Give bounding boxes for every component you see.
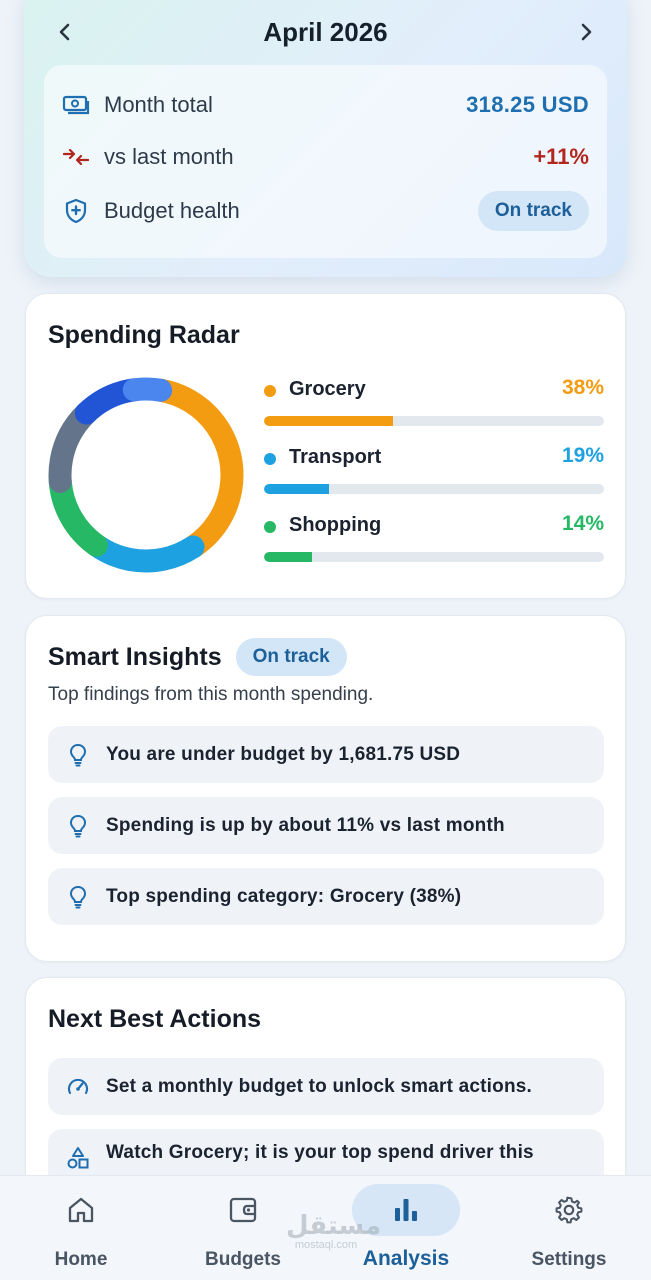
- lightbulb-icon: [66, 885, 90, 909]
- vs-last-month-label: vs last month: [104, 144, 234, 169]
- cash-icon: [62, 91, 90, 119]
- shield-plus-icon: [62, 197, 90, 225]
- gear-icon: [553, 1194, 585, 1226]
- budget-health-label: Budget health: [104, 198, 240, 223]
- nav-label-analysis: Analysis: [362, 1247, 450, 1270]
- budget-health-row: Budget health On track: [62, 183, 589, 239]
- legend-category-percent: 14%: [561, 512, 604, 535]
- insight-item: Spending is up by about 11% vs last mont…: [48, 797, 604, 854]
- month-selector: April 2026: [24, 10, 627, 54]
- wallet-icon: [227, 1194, 259, 1226]
- legend-progress-track: [264, 416, 604, 426]
- shapes-icon: [66, 1146, 90, 1170]
- insight-text: You are under budget by 1,681.75 USD: [106, 743, 461, 765]
- action-text: Watch Grocery; it is your top spend driv…: [106, 1142, 534, 1163]
- speedometer-icon: [66, 1075, 90, 1099]
- legend-progress-track: [264, 484, 604, 494]
- summary-stats: Month total 318.25 USD vs last month +11…: [44, 65, 607, 258]
- month-title: April 2026: [263, 16, 388, 47]
- action-text: Set a monthly budget to unlock smart act…: [106, 1075, 532, 1097]
- legend-category-name: Shopping: [289, 514, 382, 536]
- legend-item: Transport 19%: [264, 442, 604, 510]
- compare-arrows-icon: [62, 143, 90, 171]
- analysis-screen: April 2026 Month total 318.25 USD vs las…: [0, 0, 651, 1280]
- category-legend: Grocery 38% Transport 19% Shopping 14%: [264, 374, 604, 578]
- legend-progress-fill: [264, 552, 312, 562]
- month-total-row: Month total 318.25 USD: [62, 79, 589, 131]
- month-summary-card: April 2026 Month total 318.25 USD vs las…: [24, 0, 627, 277]
- month-total-value: 318.25 USD: [466, 92, 589, 117]
- nav-label-home: Home: [54, 1249, 108, 1270]
- nav-item-home[interactable]: Home: [0, 1176, 162, 1280]
- nav-item-settings[interactable]: Settings: [488, 1176, 650, 1280]
- insight-item: You are under budget by 1,681.75 USD: [48, 726, 604, 783]
- insights-subtitle: Top findings from this month spending.: [48, 684, 374, 705]
- nav-label-budgets: Budgets: [205, 1249, 281, 1270]
- legend-category-name: Transport: [289, 446, 382, 468]
- budget-health-badge: On track: [477, 191, 589, 231]
- chevron-left-icon[interactable]: [52, 19, 78, 45]
- chevron-right-icon[interactable]: [573, 19, 599, 45]
- home-icon: [65, 1194, 97, 1226]
- smart-insights-title: Smart Insights: [48, 642, 222, 671]
- month-total-label: Month total: [104, 92, 213, 117]
- insight-item: Top spending category: Grocery (38%): [48, 868, 604, 925]
- action-item[interactable]: Set a monthly budget to unlock smart act…: [48, 1058, 604, 1115]
- nav-item-budgets[interactable]: Budgets: [162, 1176, 324, 1280]
- vs-last-month-row: vs last month +11%: [62, 131, 589, 183]
- legend-dot: [264, 453, 276, 465]
- spending-radar-title: Spending Radar: [48, 321, 240, 349]
- vs-last-month-value: +11%: [533, 144, 589, 169]
- next-best-actions-title: Next Best Actions: [48, 1005, 262, 1033]
- legend-item: Shopping 14%: [264, 510, 604, 578]
- legend-category-percent: 19%: [561, 444, 604, 467]
- bar-chart-icon: [390, 1194, 422, 1226]
- legend-progress-track: [264, 552, 604, 562]
- legend-dot: [264, 521, 276, 533]
- legend-dot: [264, 385, 276, 397]
- insight-text: Spending is up by about 11% vs last mont…: [106, 814, 505, 836]
- lightbulb-icon: [66, 743, 90, 767]
- spending-radar-card: Spending Radar Grocery 38% Transport 19% Sho…: [25, 293, 626, 599]
- spending-donut-chart: [48, 377, 244, 573]
- legend-item: Grocery 38%: [264, 374, 604, 442]
- lightbulb-icon: [66, 814, 90, 838]
- insights-status-badge: On track: [235, 638, 347, 676]
- insights-header: Smart Insights On track: [48, 638, 347, 676]
- legend-category-percent: 38%: [561, 376, 604, 399]
- legend-progress-fill: [264, 416, 394, 426]
- nav-label-settings: Settings: [531, 1249, 607, 1270]
- nav-item-analysis[interactable]: Analysis: [325, 1176, 487, 1280]
- bottom-navigation: Home Budgets Analysis Settings: [0, 1175, 651, 1280]
- legend-category-name: Grocery: [289, 378, 366, 400]
- legend-progress-fill: [264, 484, 329, 494]
- insight-text: Top spending category: Grocery (38%): [106, 885, 462, 907]
- smart-insights-card: Smart Insights On track Top findings fro…: [25, 615, 626, 962]
